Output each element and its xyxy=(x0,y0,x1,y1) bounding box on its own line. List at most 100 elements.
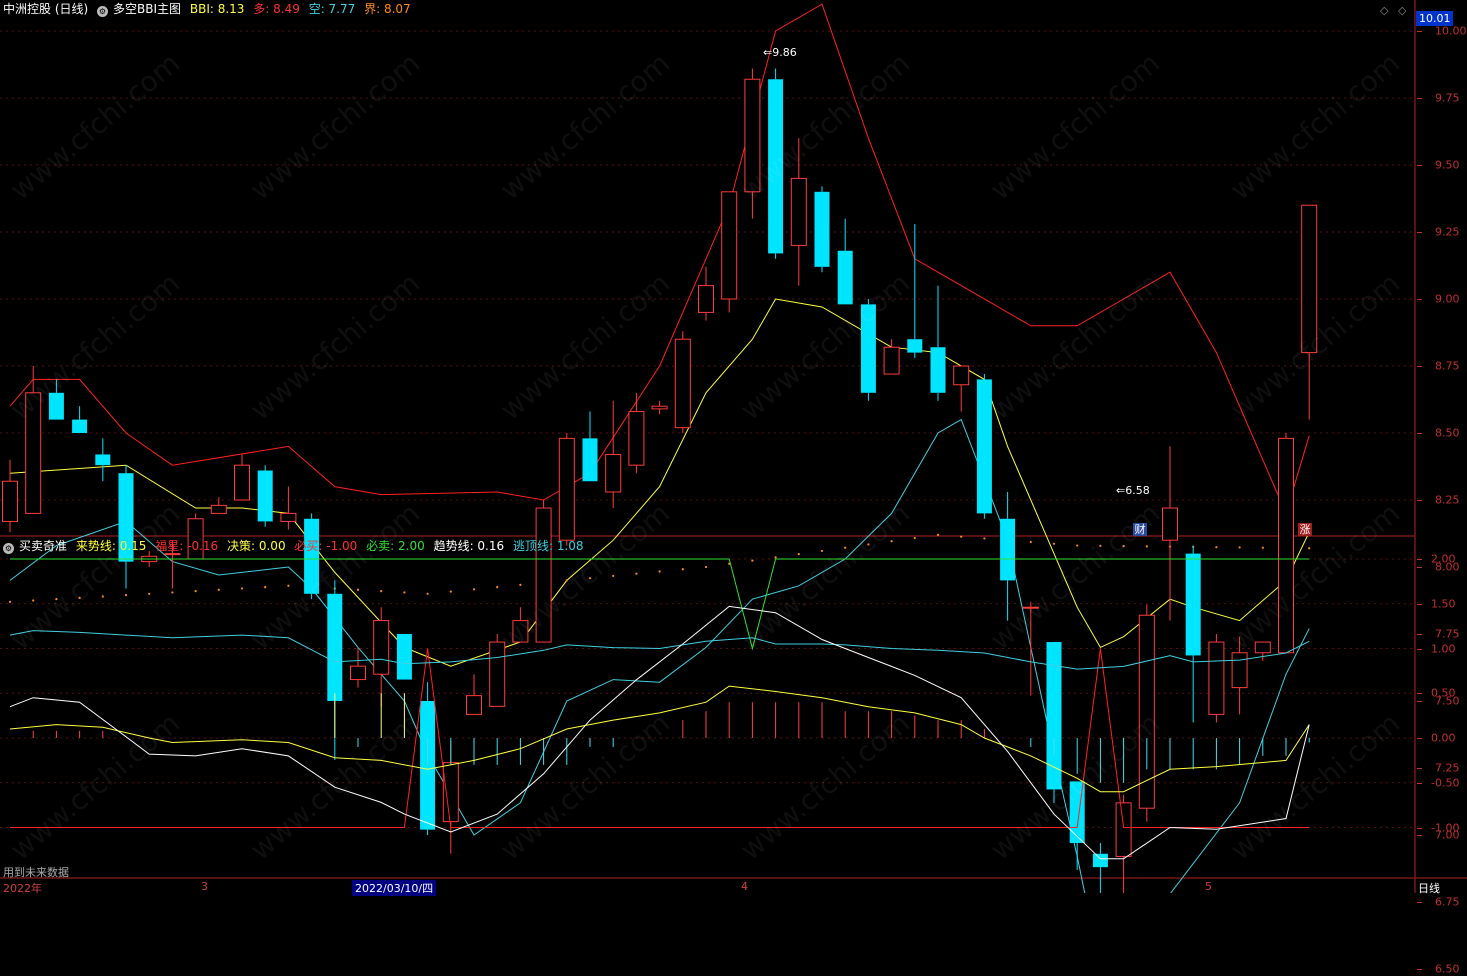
kong-value: 空: 7.77 xyxy=(308,2,356,16)
price-tick-label: 9.75 xyxy=(1435,91,1460,105)
price-tick-label: 9.25 xyxy=(1435,225,1460,239)
tick-mark xyxy=(1417,98,1422,99)
main-price-axis: 10.00 9.75 9.50 9.25 9.00 8.75 8.50 8.25 8.00 7.7… xyxy=(1417,0,1467,976)
candle-body xyxy=(373,620,390,675)
jie-dot xyxy=(449,590,452,593)
tick-mark xyxy=(1417,559,1422,560)
sub-value-axis: 2.00 1.50 1.00 0.50 0.00 -0.50 -1.00 xyxy=(1417,537,1467,877)
sub-tick-label: 1.50 xyxy=(1431,597,1456,611)
gear-icon[interactable]: ⚙ xyxy=(3,543,14,554)
date-label-april: 4 xyxy=(741,880,748,893)
candle-body xyxy=(1115,802,1132,857)
jie-value: 界: 8.07 xyxy=(364,2,411,16)
candle-body xyxy=(1000,518,1016,581)
main-indicator-name[interactable]: 多空BBI主图 xyxy=(113,2,181,16)
sub-indicator-name[interactable]: 买卖奇准 xyxy=(19,539,67,553)
jie-dot xyxy=(1052,542,1056,545)
candle-body xyxy=(953,365,970,386)
jie-dot xyxy=(403,591,406,594)
jie-dot xyxy=(820,549,824,553)
period-selector[interactable]: 日线 xyxy=(1418,880,1440,896)
sub-tick-label: -1.00 xyxy=(1431,821,1460,834)
candle-body xyxy=(1185,553,1201,656)
tick-mark xyxy=(1417,232,1422,233)
price-tick-label: 8.25 xyxy=(1435,493,1460,507)
jie-dot xyxy=(612,574,615,578)
diamond-icon[interactable]: ◇ xyxy=(1380,4,1388,17)
jie-dot xyxy=(426,592,429,595)
jie-dot xyxy=(1308,547,1311,550)
candle-body xyxy=(837,250,853,305)
candle-body xyxy=(442,762,459,823)
sub-tick-label: 2.00 xyxy=(1431,552,1456,566)
diamond-icon[interactable]: ◇ xyxy=(1398,4,1406,17)
candle-body xyxy=(814,191,830,267)
juece-value: 决策: 0.00 xyxy=(227,539,286,553)
taoding-value: 逃顶线: 1.08 xyxy=(512,539,584,553)
tick-mark xyxy=(1417,366,1422,367)
jie-dot xyxy=(101,595,104,598)
candle-body xyxy=(466,695,482,715)
candle-body xyxy=(605,453,622,493)
financial-report-badge[interactable]: 财 xyxy=(1133,523,1147,536)
tick-mark xyxy=(1417,433,1422,434)
candle-body xyxy=(1231,652,1248,689)
candle-body xyxy=(396,634,412,680)
jie-dot xyxy=(1215,546,1218,549)
candle-body xyxy=(257,470,273,522)
chart-canvas xyxy=(0,0,1467,893)
candle-body xyxy=(582,438,598,482)
candle-body xyxy=(651,405,668,410)
tick-mark xyxy=(1417,827,1422,829)
price-tick-label: 8.75 xyxy=(1435,359,1460,373)
fuxing-value: 福星: -0.16 xyxy=(155,539,219,553)
jie-dot xyxy=(496,586,499,589)
sub-tick-label: 0.50 xyxy=(1431,686,1456,700)
tick-mark xyxy=(1417,738,1422,739)
gear-icon[interactable]: ⚙ xyxy=(97,6,109,17)
candle-body xyxy=(280,512,297,522)
jie-dot xyxy=(8,600,12,603)
candle-body xyxy=(628,411,645,466)
price-tick-label: 8.50 xyxy=(1435,426,1460,440)
jie-dot xyxy=(217,588,220,591)
jie-dot xyxy=(797,553,800,556)
jie-dot xyxy=(774,556,777,559)
future-data-note: 用到未来数据 xyxy=(3,866,69,879)
tick-mark xyxy=(1417,648,1422,650)
stock-title: 中洲控股 (日线) xyxy=(3,2,89,16)
bbi-value: BBI: 8.13 xyxy=(189,2,245,16)
jie-dot xyxy=(704,565,708,569)
high-price-label: ⇐9.86 xyxy=(763,46,797,59)
candle-body xyxy=(1162,507,1178,541)
jie-dot xyxy=(356,588,360,591)
price-tick-label: 6.75 xyxy=(1435,895,1460,909)
jie-dot xyxy=(287,584,290,587)
jie-dot xyxy=(658,570,661,573)
jie-dot xyxy=(1076,544,1079,547)
qushi-value: 趋势线: 0.16 xyxy=(433,539,505,553)
date-label-march: 3 xyxy=(201,880,208,893)
limit-up-badge[interactable]: 涨 xyxy=(1298,523,1312,536)
candle-body xyxy=(674,338,691,429)
price-tick-label: 6.50 xyxy=(1435,962,1460,976)
jie-dot xyxy=(936,533,940,536)
jie-dot xyxy=(751,559,754,562)
tick-mark xyxy=(1417,693,1422,695)
candle-body xyxy=(1092,853,1108,868)
jie-dot xyxy=(124,594,128,597)
jie-dot xyxy=(913,536,916,540)
jie-dot xyxy=(983,537,986,540)
jie-dot xyxy=(1261,546,1264,549)
price-tick-label: 10.00 xyxy=(1435,24,1467,38)
date-label-crosshair: 2022/03/10/四 xyxy=(352,880,437,896)
candle-body xyxy=(95,454,111,466)
candle-body xyxy=(72,419,88,433)
candle-body xyxy=(1208,641,1225,715)
jie-dot xyxy=(960,535,963,538)
candle-body xyxy=(790,177,807,246)
laishi-value: 来势线: 0.15 xyxy=(75,539,147,553)
tick-mark xyxy=(1417,299,1422,300)
jie-dot xyxy=(240,587,244,590)
jie-dot xyxy=(380,590,383,593)
